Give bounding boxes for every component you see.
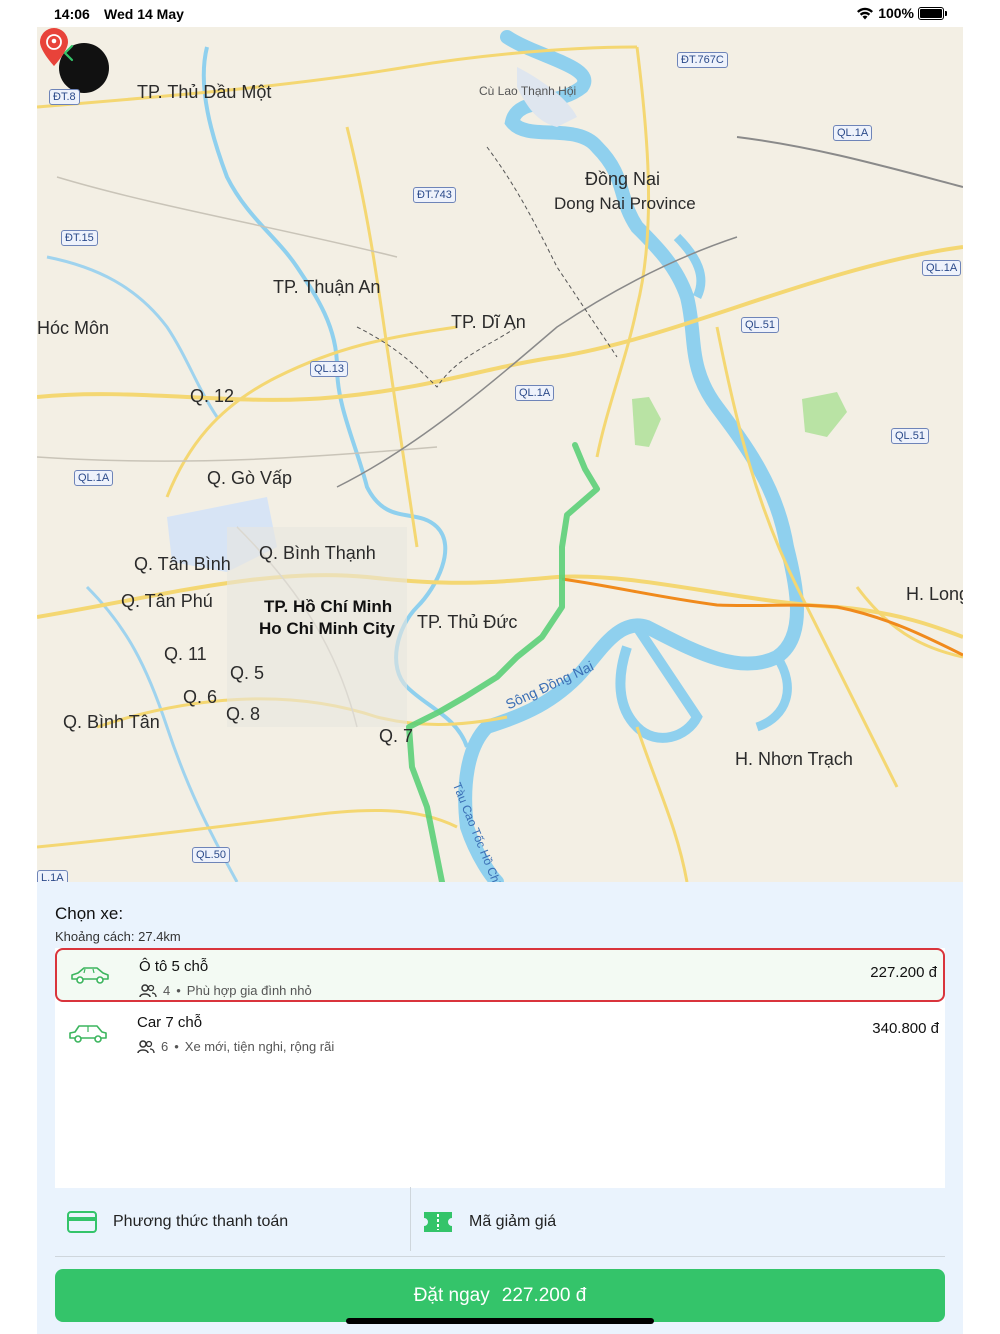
vehicle-selection-panel: Chọn xe: Khoảng cách: 27.4km Ô tô 5 chỗ … (37, 882, 963, 1334)
voucher-label: Mã giảm giá (469, 1213, 557, 1230)
map-label: Q. 5 (230, 663, 265, 683)
map-label: H. Nhơn Trạch (735, 749, 853, 769)
book-now-button[interactable]: Đặt ngay 227.200 đ (55, 1269, 945, 1322)
vehicle-meta: 6 • Xe mới, tiện nghi, rộng rãi (137, 1039, 334, 1054)
map-label: TP. Thuận An (273, 277, 381, 297)
map-label: Cù Lao Thạnh Hội (479, 84, 577, 98)
map-label: Q. Tân Bình (134, 554, 231, 574)
road-shield: ĐT.767C (677, 52, 728, 68)
map-label: Q. 6 (183, 687, 218, 707)
map-label: Q. 12 (190, 386, 235, 406)
vehicle-description: Xe mới, tiện nghi, rộng rãi (184, 1039, 335, 1054)
status-time: 14:06 (54, 6, 90, 22)
distance-label: Khoảng cách: 27.4km (55, 929, 181, 944)
vehicle-name: Car 7 chỗ (137, 1014, 203, 1031)
map-label: Ho Chi Minh City (259, 619, 395, 638)
wifi-icon (857, 7, 874, 19)
road-shield: QL.51 (741, 317, 779, 333)
divider (410, 1187, 411, 1251)
seat-count: 6 (161, 1039, 169, 1054)
map-label: Dong Nai Province (554, 194, 696, 213)
route-map[interactable]: ĐT.8 ĐT.767C QL.1A ĐT.743 ĐT.15 QL.1A QL… (37, 27, 963, 882)
payment-method-label: Phương thức thanh toán (113, 1213, 289, 1230)
status-bar: 14:06 Wed 14 May 100% (0, 0, 1000, 27)
bullet-separator: • (176, 983, 181, 998)
map-label: Q. Bình Tân (63, 712, 160, 732)
vehicle-option-5-seat[interactable]: Ô tô 5 chỗ 4 • Phù hợp gia đình nhỏ 227.… (55, 948, 945, 1002)
road-shield: QL.51 (891, 428, 929, 444)
road-shield: ĐT.743 (413, 187, 456, 203)
car-icon (69, 1025, 107, 1043)
road-shield: L.1A (37, 870, 68, 882)
map-label: Hóc Môn (37, 318, 110, 338)
people-icon (139, 983, 157, 997)
bullet-separator: • (174, 1039, 179, 1054)
status-indicators: 100% (856, 5, 947, 21)
seat-count: 4 (163, 983, 171, 998)
credit-card-icon (67, 1211, 97, 1233)
road-shield: QL.1A (833, 125, 873, 141)
ticket-icon (424, 1212, 452, 1232)
vehicle-price: 340.800 đ (872, 1020, 939, 1037)
road-shield: ĐT.15 (61, 230, 98, 246)
map-label: TP. Thủ Đức (417, 612, 518, 632)
map-label: Đồng Nai (585, 169, 661, 189)
voucher-button[interactable]: Mã giảm giá (423, 1187, 556, 1257)
vehicle-list: Ô tô 5 chỗ 4 • Phù hợp gia đình nhỏ 227.… (55, 948, 945, 1188)
map-label: Q. 8 (226, 704, 261, 724)
road-shield: ĐT.8 (49, 89, 80, 105)
map-label: Q. 11 (164, 644, 207, 664)
battery-percent: 100% (878, 5, 914, 21)
payment-method-button[interactable]: Phương thức thanh toán (67, 1187, 288, 1257)
payment-voucher-row: Phương thức thanh toán Mã giảm giá (55, 1187, 945, 1257)
map-label: Q. 7 (379, 726, 414, 746)
map-label: TP. Hồ Chí Minh (264, 597, 393, 616)
destination-pin-icon[interactable] (37, 27, 71, 67)
vehicle-description: Phù hợp gia đình nhỏ (186, 983, 312, 998)
map-label: TP. Thủ Dầu Một (137, 82, 272, 102)
book-now-label: Đặt ngay (413, 1284, 490, 1306)
map-label: H. Long (906, 584, 963, 604)
vehicle-price: 227.200 đ (870, 964, 937, 981)
map-label: Q. Gò Vấp (207, 468, 293, 488)
battery-icon (918, 6, 947, 20)
road-shield: QL.13 (310, 361, 348, 377)
road-shield: QL.1A (922, 260, 962, 276)
vehicle-option-7-seat[interactable]: Car 7 chỗ 6 • Xe mới, tiện nghi, rộng rã… (55, 1006, 945, 1060)
road-shield: QL.50 (192, 847, 230, 863)
car-icon (71, 967, 109, 984)
road-shield: QL.1A (515, 385, 555, 401)
map-label: Q. Bình Thạnh (259, 543, 376, 563)
vehicle-name: Ô tô 5 chỗ (139, 958, 209, 975)
vehicle-meta: 4 • Phù hợp gia đình nhỏ (139, 983, 312, 998)
map-label: Q. Tân Phú (121, 591, 213, 611)
status-date: Wed 14 May (104, 6, 184, 22)
home-indicator (346, 1318, 654, 1324)
book-now-price: 227.200 đ (501, 1284, 587, 1306)
map-label: TP. Dĩ An (451, 312, 526, 332)
panel-title: Chọn xe: (55, 904, 124, 923)
people-icon (137, 1039, 155, 1053)
road-shield: QL.1A (74, 470, 114, 486)
